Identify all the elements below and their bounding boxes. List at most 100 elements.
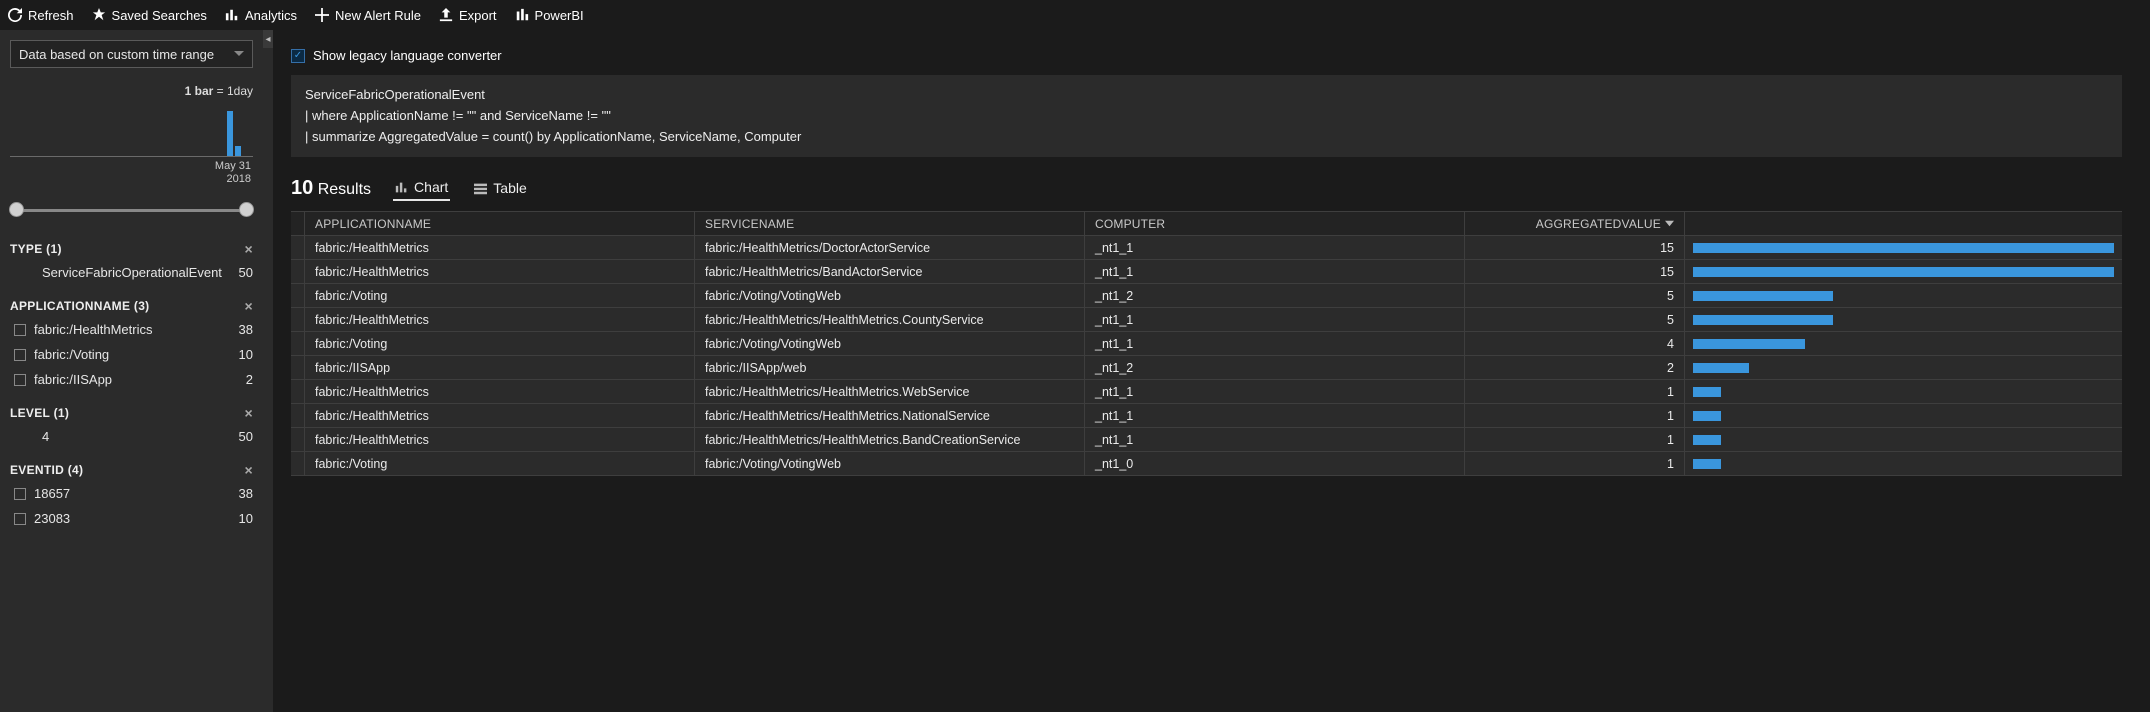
close-icon[interactable]: × xyxy=(245,242,253,256)
histogram-date: May 31 2018 xyxy=(0,157,263,186)
table-row[interactable]: fabric:/HealthMetricsfabric:/HealthMetri… xyxy=(291,308,2122,332)
cell-aggregatedvalue: 1 xyxy=(1465,428,1685,451)
cell-aggregatedvalue: 1 xyxy=(1465,404,1685,427)
facet-item[interactable]: 2308310 xyxy=(0,506,263,531)
cell-bar xyxy=(1685,308,2122,331)
facet-group: EVENTID (4)× 18657 38 2308310 xyxy=(0,459,263,531)
table-row[interactable]: fabric:/Votingfabric:/Voting/VotingWeb_n… xyxy=(291,332,2122,356)
facet-header[interactable]: TYPE (1) × xyxy=(0,238,263,260)
table-view-tab[interactable]: Table xyxy=(472,176,528,200)
cell-computer: _nt1_1 xyxy=(1085,308,1465,331)
cell-aggregatedvalue: 5 xyxy=(1465,308,1685,331)
facet-item-count: 38 xyxy=(239,322,253,337)
facet-group: LEVEL (1)×450 xyxy=(0,402,263,449)
cell-servicename: fabric:/HealthMetrics/HealthMetrics.Band… xyxy=(695,428,1085,451)
cell-servicename: fabric:/HealthMetrics/HealthMetrics.Nati… xyxy=(695,404,1085,427)
facet-item-count: 50 xyxy=(239,429,253,444)
column-header-applicationname[interactable]: APPLICATIONNAME xyxy=(305,212,695,235)
analytics-button[interactable]: Analytics xyxy=(225,8,297,23)
legacy-converter-label: Show legacy language converter xyxy=(313,48,502,63)
facet-item[interactable]: ServiceFabricOperationalEvent50 xyxy=(0,260,263,285)
column-header-servicename[interactable]: SERVICENAME xyxy=(695,212,1085,235)
facet-header[interactable]: LEVEL (1)× xyxy=(0,402,263,424)
facet-header[interactable]: EVENTID (4)× xyxy=(0,459,263,481)
facet-header[interactable]: APPLICATIONNAME (3)× xyxy=(0,295,263,317)
saved-searches-button[interactable]: Saved Searches xyxy=(92,8,207,23)
facet-item[interactable]: fabric:/IISApp2 xyxy=(0,367,263,392)
aggregated-bar xyxy=(1693,267,2114,277)
cell-applicationname: fabric:/HealthMetrics xyxy=(305,428,695,451)
facet-item-count: 10 xyxy=(239,347,253,362)
sidebar-collapse-strip: ◂ xyxy=(263,30,273,712)
cell-bar xyxy=(1685,428,2122,451)
slider-handle-start[interactable] xyxy=(9,202,24,217)
facet-item-label: fabric:/HealthMetrics xyxy=(34,322,152,337)
time-range-dropdown[interactable]: Data based on custom time range xyxy=(10,40,253,68)
results-bar: 10 Results Chart Table xyxy=(291,157,2150,205)
cell-servicename: fabric:/Voting/VotingWeb xyxy=(695,452,1085,475)
chart-view-tab[interactable]: Chart xyxy=(393,175,450,201)
new-alert-rule-label: New Alert Rule xyxy=(335,8,421,23)
cell-servicename: fabric:/HealthMetrics/DoctorActorService xyxy=(695,236,1085,259)
table-row[interactable]: fabric:/HealthMetricsfabric:/HealthMetri… xyxy=(291,428,2122,452)
cell-applicationname: fabric:/HealthMetrics xyxy=(305,404,695,427)
cell-computer: _nt1_1 xyxy=(1085,260,1465,283)
table-row[interactable]: fabric:/HealthMetricsfabric:/HealthMetri… xyxy=(291,236,2122,260)
table-row[interactable]: fabric:/HealthMetricsfabric:/HealthMetri… xyxy=(291,260,2122,284)
cell-aggregatedvalue: 1 xyxy=(1465,380,1685,403)
time-range-slider[interactable] xyxy=(12,200,251,220)
facet-item-count: 38 xyxy=(239,486,253,501)
cell-applicationname: fabric:/HealthMetrics xyxy=(305,260,695,283)
export-icon xyxy=(439,8,453,22)
column-header-computer[interactable]: COMPUTER xyxy=(1085,212,1465,235)
toolbar: Refresh Saved Searches Analytics New Ale… xyxy=(0,0,2150,30)
aggregated-bar xyxy=(1693,243,2114,253)
cell-computer: _nt1_1 xyxy=(1085,404,1465,427)
facet-item-label: ServiceFabricOperationalEvent xyxy=(42,265,222,280)
checkbox-icon xyxy=(14,349,26,361)
cell-aggregatedvalue: 15 xyxy=(1465,260,1685,283)
facet-item-count: 2 xyxy=(246,372,253,387)
aggregated-bar xyxy=(1693,387,1721,397)
cell-servicename: fabric:/HealthMetrics/BandActorService xyxy=(695,260,1085,283)
close-icon[interactable]: × xyxy=(245,406,253,420)
refresh-button[interactable]: Refresh xyxy=(8,8,74,23)
sidebar-collapse-button[interactable]: ◂ xyxy=(263,30,273,48)
close-icon[interactable]: × xyxy=(245,299,253,313)
cell-applicationname: fabric:/IISApp xyxy=(305,356,695,379)
table-row[interactable]: fabric:/IISAppfabric:/IISApp/web_nt1_22 xyxy=(291,356,2122,380)
chevron-down-icon xyxy=(234,49,244,59)
star-icon xyxy=(92,8,106,22)
facet-item[interactable]: 450 xyxy=(0,424,263,449)
aggregated-bar xyxy=(1693,315,1833,325)
aggregated-bar xyxy=(1693,411,1721,421)
facet-item[interactable]: fabric:/HealthMetrics 38 xyxy=(0,317,263,342)
table-row[interactable]: fabric:/Votingfabric:/Voting/VotingWeb_n… xyxy=(291,284,2122,308)
facet-title: TYPE (1) xyxy=(10,242,62,256)
facet-group: TYPE (1) × ServiceFabricOperationalEvent50 xyxy=(0,238,263,285)
new-alert-rule-button[interactable]: New Alert Rule xyxy=(315,8,421,23)
table-row[interactable]: fabric:/HealthMetricsfabric:/HealthMetri… xyxy=(291,404,2122,428)
powerbi-button[interactable]: PowerBI xyxy=(515,8,584,23)
legacy-converter-toggle[interactable]: ✓ Show legacy language converter xyxy=(291,30,2150,75)
facet-item-count: 10 xyxy=(239,511,253,526)
cell-servicename: fabric:/HealthMetrics/HealthMetrics.WebS… xyxy=(695,380,1085,403)
export-button[interactable]: Export xyxy=(439,8,497,23)
facet-item-label: 18657 xyxy=(34,486,70,501)
close-icon[interactable]: × xyxy=(245,463,253,477)
cell-computer: _nt1_2 xyxy=(1085,284,1465,307)
table-row[interactable]: fabric:/HealthMetricsfabric:/HealthMetri… xyxy=(291,380,2122,404)
query-line: | where ApplicationName != "" and Servic… xyxy=(305,106,2108,127)
cell-bar xyxy=(1685,260,2122,283)
slider-handle-end[interactable] xyxy=(239,202,254,217)
column-header-aggregatedvalue[interactable]: AGGREGATEDVALUE xyxy=(1465,212,1685,235)
facet-item[interactable]: 18657 38 xyxy=(0,481,263,506)
facet-item[interactable]: fabric:/Voting10 xyxy=(0,342,263,367)
time-histogram[interactable] xyxy=(10,102,253,157)
aggregated-bar xyxy=(1693,459,1721,469)
table-row[interactable]: fabric:/Votingfabric:/Voting/VotingWeb_n… xyxy=(291,452,2122,476)
powerbi-label: PowerBI xyxy=(535,8,584,23)
cell-computer: _nt1_2 xyxy=(1085,356,1465,379)
checkbox-icon xyxy=(14,324,26,336)
query-editor[interactable]: ServiceFabricOperationalEvent | where Ap… xyxy=(291,75,2122,157)
